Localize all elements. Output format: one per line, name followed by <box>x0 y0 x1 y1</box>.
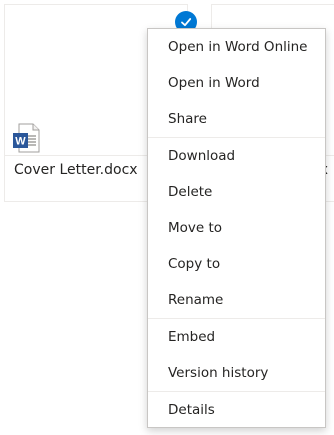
menu-item-open-in-word[interactable]: Open in Word <box>148 65 325 101</box>
menu-item-delete[interactable]: Delete <box>148 174 325 210</box>
menu-item-rename[interactable]: Rename <box>148 282 325 318</box>
menu-item-share[interactable]: Share <box>148 101 325 137</box>
svg-text:W: W <box>15 136 26 148</box>
file-grid: W Cover Letter.docx x Open in Word Onlin… <box>0 0 334 435</box>
word-file-icon: W <box>13 123 40 153</box>
menu-item-copy-to[interactable]: Copy to <box>148 246 325 282</box>
file-name[interactable]: Cover Letter.docx <box>14 162 138 178</box>
menu-item-download[interactable]: Download <box>148 138 325 174</box>
menu-item-move-to[interactable]: Move to <box>148 210 325 246</box>
context-menu: Open in Word Online Open in Word Share D… <box>147 28 326 428</box>
menu-item-open-in-word-online[interactable]: Open in Word Online <box>148 29 325 65</box>
menu-item-details[interactable]: Details <box>148 392 325 428</box>
menu-item-version-history[interactable]: Version history <box>148 355 325 391</box>
menu-item-embed[interactable]: Embed <box>148 319 325 355</box>
